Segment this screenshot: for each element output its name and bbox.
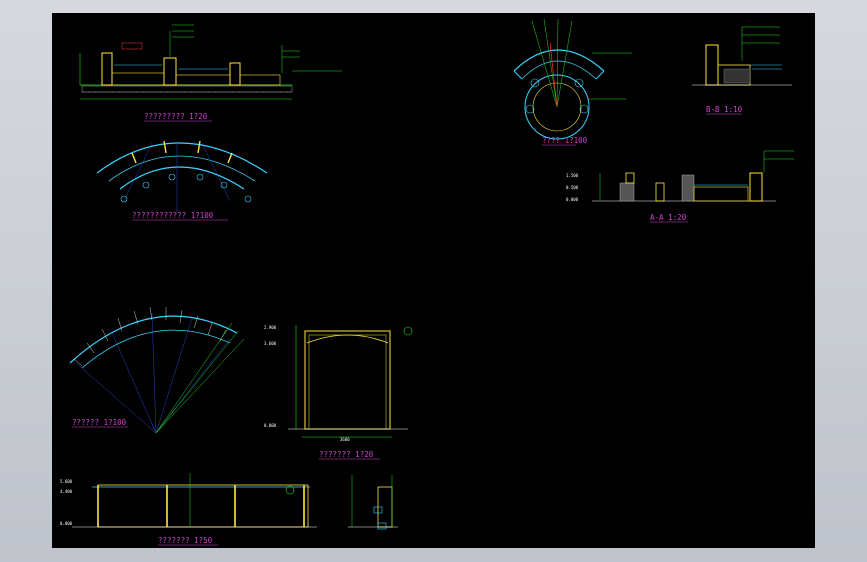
- dim-wall-top: 5.600: [60, 479, 73, 484]
- label-circle-plan: ???? 1?100: [542, 136, 588, 145]
- dim-a-base: 0.000: [566, 197, 579, 202]
- dim-a-mid: 0.500: [566, 185, 579, 190]
- label-section-a: A-A 1:20: [650, 213, 687, 222]
- drawing-elevation[interactable]: 2.900 3.600 0.000 3600 ??????? 1?20: [264, 325, 413, 460]
- dim-elev-width: 3600: [340, 437, 350, 442]
- dim-wall-base: 0.000: [60, 521, 73, 526]
- dim-elev-mid: 3.600: [264, 341, 277, 346]
- label-plan-top: ????????? 1?20: [144, 112, 208, 121]
- dim-a-top: 1.500: [566, 173, 579, 178]
- dim-wall-mid: 4.400: [60, 489, 73, 494]
- label-elevation: ??????? 1?20: [319, 450, 374, 459]
- drawing-small-detail[interactable]: [348, 475, 398, 530]
- drawing-wall-elevation[interactable]: 5.600 4.400 0.000 ??????? 1?50: [60, 473, 317, 546]
- dim-elev-top: 2.900: [264, 325, 277, 330]
- drawing-plan-arc[interactable]: ???????????? 1?100: [96, 140, 268, 221]
- drawing-circle-plan[interactable]: ???? 1?100: [513, 18, 632, 146]
- viewer-frame: ????????? 1?20 ???????????? 1?100 ??????…: [0, 0, 867, 562]
- label-plan-arc: ???????????? 1?100: [132, 211, 214, 220]
- drawing-fan-plan[interactable]: ?????? 1?100: [69, 306, 245, 434]
- label-section-b: B-B 1:10: [706, 105, 743, 114]
- label-fan-plan: ?????? 1?100: [72, 418, 127, 427]
- drawing-section-a[interactable]: 1.500 0.500 0.000 A-A 1:20: [566, 150, 794, 223]
- cad-drawing: ????????? 1?20 ???????????? 1?100 ??????…: [60, 18, 794, 546]
- dim-elev-base: 0.000: [264, 423, 277, 428]
- label-wall-elevation: ??????? 1?50: [158, 536, 213, 545]
- cad-drawing-canvas[interactable]: ????????? 1?20 ???????????? 1?100 ??????…: [52, 13, 815, 548]
- drawing-section-b[interactable]: B-B 1:10: [692, 26, 792, 115]
- drawing-plan-top[interactable]: ????????? 1?20: [79, 24, 342, 122]
